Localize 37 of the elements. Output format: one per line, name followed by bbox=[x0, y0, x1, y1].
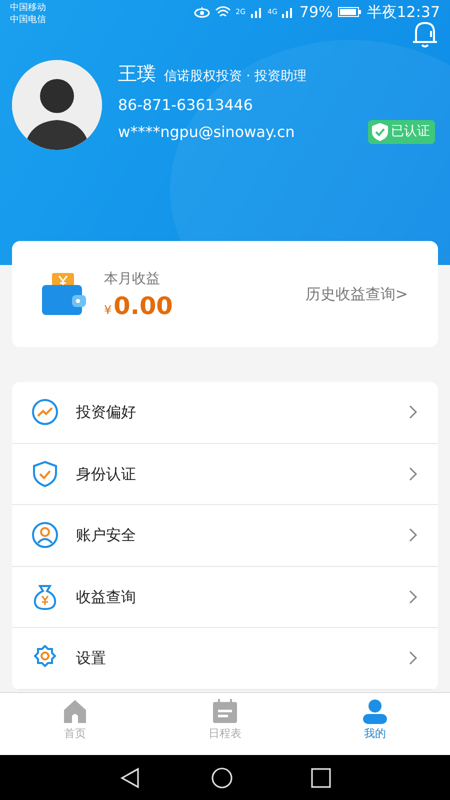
carrier-name: 中国电信 bbox=[10, 14, 46, 26]
chevron-right-icon bbox=[408, 404, 418, 420]
money-bag-icon bbox=[32, 584, 58, 610]
bell-icon[interactable] bbox=[412, 20, 438, 48]
shield-check-icon bbox=[32, 460, 58, 487]
email-address: w****ngpu@sinoway.cn bbox=[118, 122, 296, 143]
phone-number: 86-871-63613446 bbox=[118, 94, 254, 116]
calendar-icon bbox=[213, 699, 237, 724]
chevron-right-icon bbox=[408, 466, 418, 482]
signal-icon bbox=[282, 6, 294, 18]
eye-icon bbox=[194, 6, 210, 18]
battery-icon bbox=[338, 6, 362, 18]
earnings-amount: 0.00 bbox=[114, 294, 173, 318]
wifi-icon bbox=[214, 6, 231, 18]
chevron-right-icon bbox=[408, 588, 418, 605]
home-icon bbox=[63, 699, 87, 724]
tab-item[interactable]: 我的 bbox=[300, 693, 450, 755]
wallet-icon bbox=[42, 271, 88, 317]
recents-button[interactable] bbox=[311, 766, 331, 790]
user-circle-icon bbox=[32, 522, 58, 548]
user-icon bbox=[363, 699, 387, 724]
chevron-right-icon bbox=[408, 650, 418, 666]
trend-chart-icon bbox=[32, 399, 58, 426]
signal-icon bbox=[250, 6, 263, 18]
status-time: 半夜12:37 bbox=[366, 6, 440, 18]
battery-percentage: 79% bbox=[299, 6, 333, 18]
user-name: 王璞 bbox=[118, 62, 156, 87]
verified-badge: 已认证 bbox=[368, 120, 435, 144]
company-title: 信诺股权投资 · 投资助理 bbox=[164, 68, 306, 86]
home-button[interactable] bbox=[211, 766, 233, 790]
earnings-label: 本月收益 bbox=[104, 270, 161, 289]
currency-symbol: ¥ bbox=[104, 302, 112, 319]
chevron-right-icon bbox=[408, 527, 418, 544]
back-button[interactable] bbox=[119, 766, 141, 790]
carrier-name: 中国移动 bbox=[10, 2, 46, 14]
history-earnings-link[interactable]: 历史收益查询> bbox=[305, 282, 408, 306]
shield-check-icon bbox=[371, 122, 389, 142]
